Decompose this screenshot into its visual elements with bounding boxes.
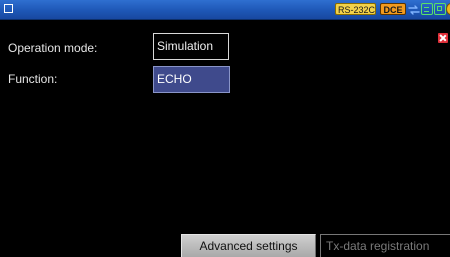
tab-advanced-settings[interactable]: Advanced settings <box>181 234 316 257</box>
link-arrows-icon <box>408 3 420 15</box>
memory-card-icon <box>434 3 446 15</box>
role-badge: DCE <box>380 3 406 15</box>
more-status-icon <box>446 3 450 15</box>
operation-mode-field[interactable]: Simulation <box>153 33 229 60</box>
close-x-icon[interactable] <box>438 33 448 43</box>
square-menu-icon[interactable] <box>4 4 13 13</box>
operation-mode-label: Operation mode: <box>8 41 98 55</box>
tab-tx-data-registration[interactable]: Tx-data registration <box>320 234 450 257</box>
status-bar: RS-232C DCE <box>0 0 450 20</box>
serial-port-icon <box>421 3 433 15</box>
function-label: Function: <box>8 72 58 86</box>
interface-badge: RS-232C <box>335 3 376 15</box>
function-field[interactable]: ECHO <box>153 66 230 93</box>
screen: RS-232C DCE Operation mode: Simulation F… <box>0 0 450 257</box>
